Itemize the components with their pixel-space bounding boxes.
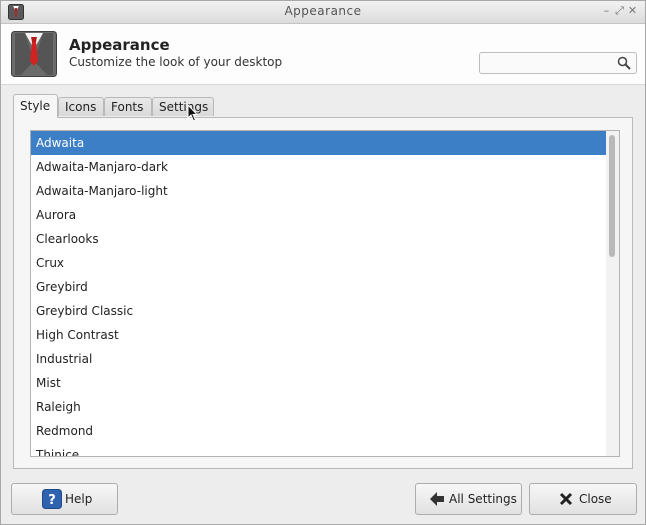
- vertical-scrollbar[interactable]: [606, 131, 619, 456]
- minimize-icon[interactable]: –: [600, 4, 613, 17]
- mouse-cursor-icon: [187, 104, 199, 122]
- tab-settings[interactable]: Settings: [152, 97, 214, 116]
- header-subtitle: Customize the look of your desktop: [69, 55, 283, 69]
- style-panel: Adwaita Adwaita-Manjaro-dark Adwaita-Man…: [13, 117, 633, 469]
- tab-settings-label: Settings: [159, 100, 209, 114]
- search-icon[interactable]: [617, 56, 631, 70]
- all-settings-button[interactable]: All Settings: [415, 483, 522, 515]
- tab-icons-label: Icons: [65, 100, 97, 114]
- all-settings-label: All Settings: [449, 492, 517, 506]
- theme-list-item[interactable]: Adwaita-Manjaro-dark: [31, 155, 606, 179]
- window-title: Appearance: [284, 4, 362, 18]
- scrollbar-thumb[interactable]: [609, 135, 615, 257]
- theme-list-item[interactable]: Thinice: [31, 443, 606, 456]
- theme-list-item[interactable]: Greybird Classic: [31, 299, 606, 323]
- theme-list-item[interactable]: Crux: [31, 251, 606, 275]
- theme-list-item[interactable]: Adwaita-Manjaro-light: [31, 179, 606, 203]
- theme-list-item[interactable]: Aurora: [31, 203, 606, 227]
- theme-list-item[interactable]: Clearlooks: [31, 227, 606, 251]
- theme-list-item[interactable]: Raleigh: [31, 395, 606, 419]
- close-window-icon[interactable]: ✕: [626, 4, 639, 17]
- close-icon: [559, 492, 573, 506]
- theme-list-item[interactable]: Redmond: [31, 419, 606, 443]
- svg-text:?: ?: [48, 493, 56, 508]
- theme-list-item[interactable]: Adwaita: [31, 131, 606, 155]
- theme-list-item[interactable]: Industrial: [31, 347, 606, 371]
- header-title: Appearance: [69, 36, 170, 54]
- theme-list-item[interactable]: Greybird: [31, 275, 606, 299]
- search-input[interactable]: [484, 54, 618, 74]
- maximize-icon[interactable]: ⤢: [613, 4, 626, 18]
- search-box: [479, 52, 637, 74]
- window-controls: – ⤢ ✕: [600, 4, 639, 18]
- dialog-header: Appearance Customize the look of your de…: [1, 24, 645, 85]
- close-label: Close: [579, 492, 612, 506]
- close-button[interactable]: Close: [529, 483, 637, 515]
- suit-tie-icon: [11, 31, 57, 77]
- help-icon: ?: [42, 489, 62, 509]
- help-label: Help: [65, 492, 93, 506]
- tab-icons[interactable]: Icons: [58, 97, 104, 116]
- tab-style[interactable]: Style: [13, 94, 58, 118]
- theme-list-item[interactable]: High Contrast: [31, 323, 606, 347]
- help-button[interactable]: ? Help: [11, 483, 118, 515]
- theme-list-item[interactable]: Mist: [31, 371, 606, 395]
- tab-fonts-label: Fonts: [111, 100, 144, 114]
- arrow-left-icon: [430, 492, 444, 506]
- theme-list[interactable]: Adwaita Adwaita-Manjaro-dark Adwaita-Man…: [30, 130, 620, 457]
- tab-fonts[interactable]: Fonts: [104, 97, 152, 116]
- appearance-window: Appearance – ⤢ ✕ Appearance Customize the …: [0, 0, 646, 525]
- tab-style-label: Style: [20, 99, 51, 113]
- titlebar[interactable]: Appearance – ⤢ ✕: [1, 1, 645, 24]
